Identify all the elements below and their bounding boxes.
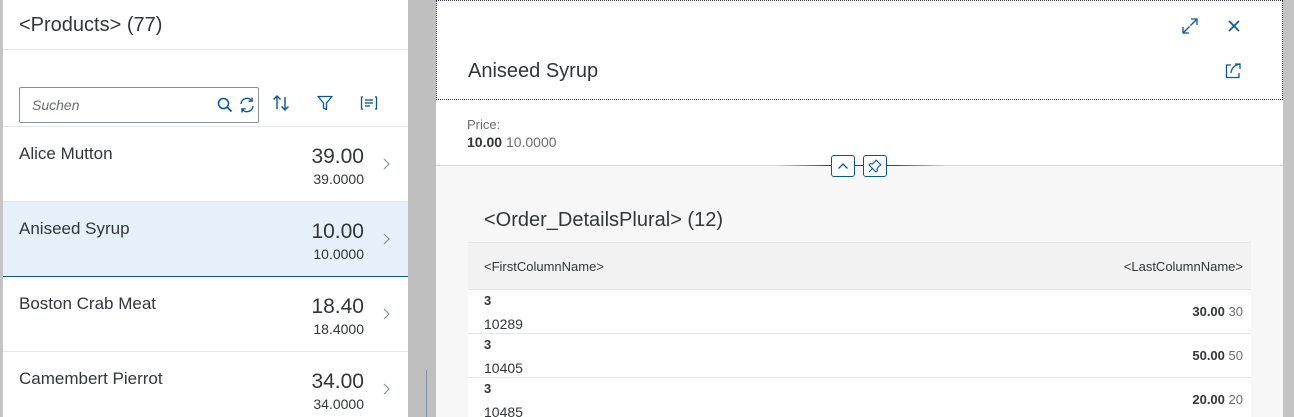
price-number: 10.00 xyxy=(467,134,503,150)
detail-header: Aniseed Syrup xyxy=(436,0,1283,100)
chevron-right-icon xyxy=(383,233,390,245)
divider-line xyxy=(426,370,427,417)
products-list: Alice Mutton 39.00 39.0000 Aniseed Syrup… xyxy=(3,126,408,417)
price-unit: 10.0000 xyxy=(505,134,557,150)
group-icon xyxy=(360,95,378,116)
search-icon[interactable] xyxy=(214,88,236,122)
fullscreen-icon[interactable] xyxy=(1174,10,1206,42)
item-number-value: 18.40 xyxy=(311,295,364,318)
cell-price: 20.00 20 xyxy=(1192,392,1243,407)
header-collapse-bar xyxy=(436,155,1283,177)
chevron-right-icon xyxy=(383,383,390,395)
search-input[interactable] xyxy=(32,97,214,113)
table-title: <Order_DetailsPlural> (12) xyxy=(484,209,723,231)
table-row[interactable]: 3 10289 30.00 30 xyxy=(468,290,1251,334)
cell-order-id: 10485 xyxy=(484,404,523,417)
sort-button[interactable] xyxy=(259,87,303,123)
column-header-last[interactable]: <LastColumnName> xyxy=(1124,259,1243,274)
cell-price-value: 30.00 xyxy=(1192,304,1225,319)
collapse-header-icon xyxy=(838,163,848,169)
detail-panel: Aniseed Syrup Price: 10.00 10.0000 <Orde… xyxy=(436,0,1283,417)
order-details-section: <Order_DetailsPlural> (12) <FirstColumnN… xyxy=(468,190,1251,417)
cell-order-id: 10289 xyxy=(484,316,523,332)
item-number-unit: 34.0000 xyxy=(313,396,364,412)
group-button[interactable] xyxy=(347,87,391,123)
cell-price-sub: 30 xyxy=(1228,304,1243,319)
item-number-value: 10.00 xyxy=(311,220,364,243)
cell-price-sub: 50 xyxy=(1228,348,1243,363)
cell-price: 30.00 30 xyxy=(1192,304,1243,319)
detail-title: Aniseed Syrup xyxy=(468,60,599,82)
item-number: 10.00 10.0000 xyxy=(311,219,364,262)
search-field[interactable] xyxy=(19,87,259,123)
layout-divider[interactable] xyxy=(408,0,436,417)
chevron-right-icon xyxy=(383,308,390,320)
master-toolbar xyxy=(19,87,408,123)
item-number: 39.00 39.0000 xyxy=(311,144,364,187)
list-item[interactable]: Camembert Pierrot 34.00 34.0000 xyxy=(3,352,408,417)
collapse-line xyxy=(776,165,946,166)
master-title: <Products> (77) xyxy=(19,14,163,36)
column-header-first[interactable]: <FirstColumnName> xyxy=(484,259,604,274)
master-panel: <Products> (77) Suchen Alice Mutton 39.0… xyxy=(3,0,408,417)
cell-quantity: 3 xyxy=(484,293,492,308)
list-item[interactable]: Boston Crab Meat 18.40 18.4000 xyxy=(3,277,408,352)
filter-button[interactable] xyxy=(303,87,347,123)
table-row[interactable]: 3 10405 50.00 50 xyxy=(468,334,1251,378)
item-number-unit: 10.0000 xyxy=(313,246,364,262)
item-number-value: 34.00 xyxy=(311,370,364,393)
master-header: <Products> (77) xyxy=(3,0,408,50)
cell-price-value: 20.00 xyxy=(1192,392,1225,407)
pin-header-button[interactable] xyxy=(863,155,887,177)
cell-quantity: 3 xyxy=(484,337,492,352)
table-header: <FirstColumnName> <LastColumnName> xyxy=(468,242,1251,290)
cell-quantity: 3 xyxy=(484,381,492,396)
list-item[interactable]: Aniseed Syrup 10.00 10.0000 xyxy=(3,202,408,277)
cell-price: 50.00 50 xyxy=(1192,348,1243,363)
item-number-unit: 39.0000 xyxy=(313,171,364,187)
table-row[interactable]: 3 10485 20.00 20 xyxy=(468,378,1251,417)
cell-order-id: 10405 xyxy=(484,360,523,376)
item-number-unit: 18.4000 xyxy=(313,321,364,337)
price-label: Price: xyxy=(467,117,501,132)
refresh-icon[interactable] xyxy=(236,88,258,122)
cell-price-sub: 20 xyxy=(1228,392,1243,407)
item-number: 34.00 34.0000 xyxy=(311,369,364,412)
order-details-table: <FirstColumnName> <LastColumnName> 3 102… xyxy=(468,242,1251,417)
item-number: 18.40 18.4000 xyxy=(311,294,364,337)
price-value: 10.00 10.0000 xyxy=(467,134,1252,150)
sort-icon xyxy=(272,94,290,117)
filter-icon xyxy=(317,95,333,116)
pin-icon xyxy=(868,159,882,173)
list-item[interactable]: Alice Mutton 39.00 39.0000 xyxy=(3,127,408,202)
share-icon[interactable] xyxy=(1217,55,1249,87)
collapse-header-button[interactable] xyxy=(831,155,855,177)
chevron-right-icon xyxy=(383,158,390,170)
close-icon[interactable] xyxy=(1218,10,1250,42)
cell-price-value: 50.00 xyxy=(1192,348,1225,363)
item-number-value: 39.00 xyxy=(311,145,364,168)
